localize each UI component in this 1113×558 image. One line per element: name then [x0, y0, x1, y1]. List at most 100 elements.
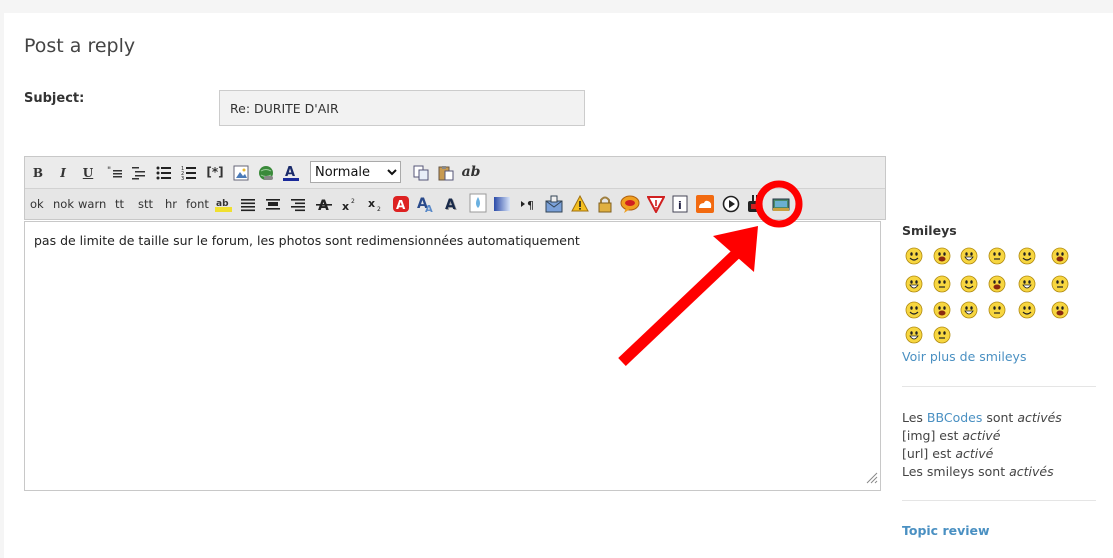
smiley-icon[interactable]: [988, 301, 1006, 323]
align-justify-icon[interactable]: [239, 195, 257, 213]
smiley-icon[interactable]: [933, 326, 951, 348]
copy-icon[interactable]: [412, 164, 430, 182]
smiley-icon[interactable]: [988, 275, 1006, 297]
font-shadow-icon[interactable]: AA: [442, 194, 461, 213]
font-color-icon[interactable]: A: [282, 163, 300, 181]
svg-text:3: 3: [181, 176, 184, 181]
photo-upload-icon[interactable]: [771, 194, 790, 213]
info-icon[interactable]: i: [671, 194, 689, 213]
smiley-icon[interactable]: [960, 247, 978, 269]
smiley-icon[interactable]: [1018, 301, 1036, 323]
smiley-icon[interactable]: [933, 247, 951, 269]
svg-text:A: A: [425, 204, 433, 213]
smiley-icon[interactable]: [933, 275, 951, 297]
editor-toolbar: B I U " 123 [*] A Normale ab ok nok warn…: [24, 156, 886, 220]
gradient-icon[interactable]: [493, 195, 511, 213]
img-state: activé: [962, 428, 1001, 443]
page-title: Post a reply: [24, 35, 136, 57]
url-text: [url] est: [902, 446, 956, 461]
flash-icon[interactable]: A: [391, 194, 410, 213]
smiley-icon[interactable]: [1051, 301, 1069, 323]
svg-text:i: i: [678, 199, 682, 212]
abbr-button[interactable]: ab: [461, 163, 481, 181]
smiley-icon[interactable]: [960, 301, 978, 323]
img-text: [img] est: [902, 428, 963, 443]
image-icon[interactable]: [232, 164, 250, 182]
warn-button[interactable]: warn: [78, 197, 106, 211]
alert-triangle-icon[interactable]: [646, 194, 665, 213]
img-status: [img] est activé: [902, 428, 1000, 443]
smileys-status-state: activés: [1009, 464, 1054, 479]
paragraph-icon[interactable]: ¶: [519, 195, 537, 213]
italic-button[interactable]: I: [55, 165, 71, 181]
nok-button[interactable]: nok: [53, 197, 74, 211]
font-size-select[interactable]: Normale: [310, 161, 401, 183]
smiley-icon[interactable]: [905, 247, 923, 269]
speech-icon[interactable]: [620, 194, 640, 213]
list-icon[interactable]: [155, 164, 173, 182]
bbcode-status: Les BBCodes sont activés: [902, 410, 1062, 425]
url-state: activé: [955, 446, 994, 461]
align-right-icon[interactable]: [289, 195, 307, 213]
smiley-icon[interactable]: [1051, 247, 1069, 269]
hr-button[interactable]: hr: [165, 197, 177, 211]
ok-button[interactable]: ok: [30, 197, 44, 211]
svg-text:x: x: [342, 200, 349, 212]
list-item-icon[interactable]: [*]: [205, 163, 225, 181]
svg-text:x: x: [368, 197, 375, 210]
svg-text:2: 2: [377, 206, 381, 212]
soundcloud-icon[interactable]: [695, 194, 714, 213]
bbcode-link[interactable]: BBCodes: [927, 410, 982, 425]
bbcode-middle: sont: [982, 410, 1018, 425]
toolbar-row-1: B I U " 123 [*] A Normale ab: [25, 157, 885, 189]
youtube-icon[interactable]: [745, 193, 764, 213]
superscript-icon[interactable]: x2: [340, 195, 358, 213]
warning-icon[interactable]: [570, 194, 589, 213]
url-status: [url] est activé: [902, 446, 993, 461]
smiley-icon[interactable]: [905, 275, 923, 297]
svg-text:A: A: [285, 165, 295, 180]
play-icon[interactable]: [721, 194, 740, 213]
smileys-status-text: Les smileys sont: [902, 464, 1010, 479]
underline-button[interactable]: U: [80, 165, 96, 181]
numbered-list-icon[interactable]: 123: [180, 164, 198, 182]
resize-handle-icon[interactable]: [865, 469, 878, 488]
smiley-icon[interactable]: [988, 247, 1006, 269]
svg-text:2: 2: [351, 198, 355, 205]
topic-review-link[interactable]: Topic review: [902, 523, 990, 538]
smiley-icon[interactable]: [905, 326, 923, 348]
sidebar-divider-2: [902, 500, 1096, 501]
quote-icon[interactable]: ": [106, 164, 124, 182]
smileys-title: Smileys: [902, 223, 957, 238]
link-icon[interactable]: [257, 164, 275, 182]
highlight-icon[interactable]: ab: [214, 195, 232, 213]
align-center-icon[interactable]: [264, 195, 282, 213]
font-button[interactable]: font: [186, 197, 209, 211]
smiley-icon[interactable]: [905, 301, 923, 323]
smiley-icon[interactable]: [960, 275, 978, 297]
mail-icon[interactable]: [544, 194, 563, 213]
code-icon[interactable]: [130, 164, 148, 182]
smiley-icon[interactable]: [1018, 275, 1036, 297]
sidebar-divider: [902, 386, 1096, 387]
strike-icon[interactable]: A: [315, 195, 333, 213]
drop-icon[interactable]: [468, 193, 487, 213]
svg-text:A: A: [396, 198, 406, 212]
subject-label: Subject:: [24, 91, 85, 106]
smiley-icon[interactable]: [1051, 275, 1069, 297]
svg-text:A: A: [445, 197, 456, 213]
smiley-icon[interactable]: [933, 301, 951, 323]
bold-button[interactable]: B: [30, 165, 46, 181]
more-smileys-link[interactable]: Voir plus de smileys: [902, 349, 1026, 364]
paste-icon[interactable]: [437, 164, 455, 182]
message-editor: pas de limite de taille sur le forum, le…: [24, 221, 881, 491]
subject-input[interactable]: [219, 90, 585, 126]
smiley-icon[interactable]: [1018, 247, 1036, 269]
subscript-icon[interactable]: x2: [366, 195, 384, 213]
stt-button[interactable]: stt: [138, 197, 153, 211]
font-icon[interactable]: AA: [416, 194, 435, 213]
lock-icon[interactable]: [595, 194, 614, 213]
tt-button[interactable]: tt: [115, 197, 124, 211]
message-textarea[interactable]: pas de limite de taille sur le forum, le…: [25, 222, 880, 490]
bbcode-state: activés: [1017, 410, 1062, 425]
